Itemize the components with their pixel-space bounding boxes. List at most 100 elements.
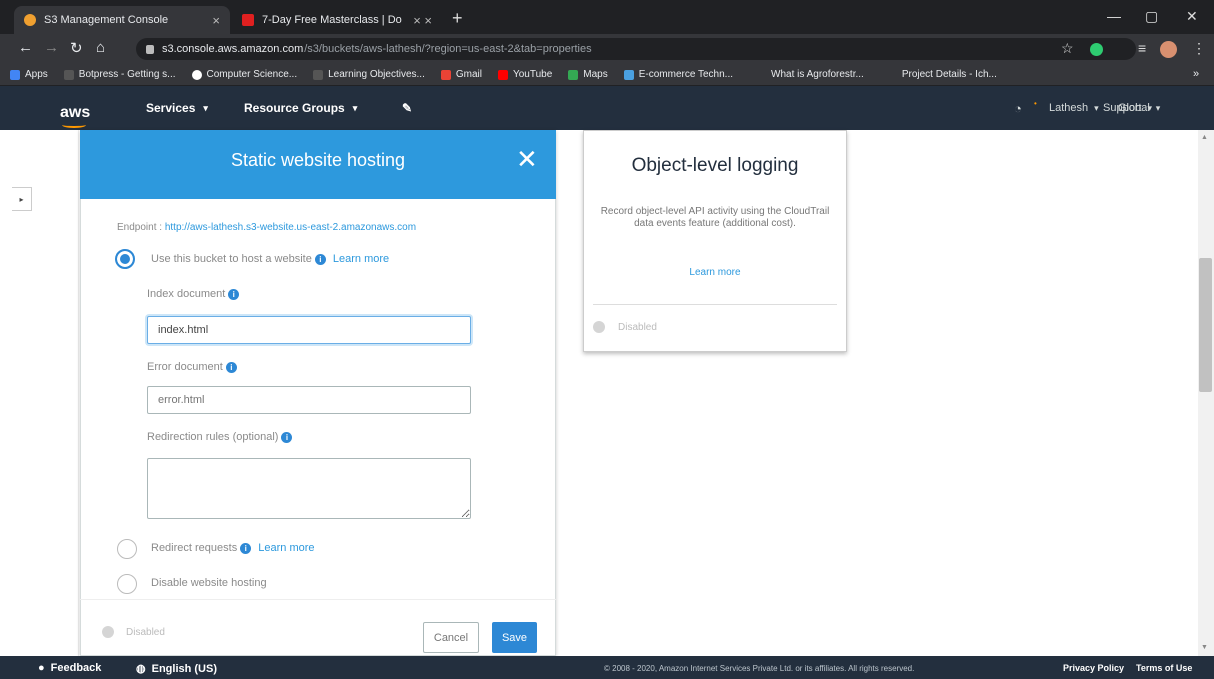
error-document-input[interactable] (147, 386, 471, 414)
info-icon[interactable]: i (240, 542, 252, 554)
chevron-down-icon: ▾ (1094, 102, 1099, 113)
card-status-label: Disabled (618, 322, 657, 333)
panel-status-label: Disabled (126, 627, 165, 638)
chevron-down-icon: ▾ (1155, 102, 1161, 113)
services-menu[interactable]: Services ▾ (146, 86, 208, 130)
chevron-down-icon: ▾ (352, 102, 358, 113)
gmail-icon (440, 69, 451, 80)
reload-icon[interactable]: ↻ (70, 39, 83, 57)
new-tab-icon[interactable]: + (452, 8, 463, 29)
info-icon[interactable]: i (228, 288, 240, 300)
status-dot (593, 321, 605, 333)
close-window-icon[interactable]: ✕ (1186, 8, 1198, 25)
scrollbar-thumb[interactable] (1199, 258, 1212, 392)
notification-dot-icon: • (1034, 99, 1037, 108)
menu-icon[interactable]: ⋮ (1192, 40, 1206, 57)
language-selector[interactable]: ◍ English (US) (136, 662, 217, 676)
bookmark-apps[interactable]: Apps (10, 69, 48, 80)
tab-label: S3 Management Console (44, 14, 169, 26)
card-divider (593, 304, 837, 305)
card-learn-more-link[interactable]: Learn more (583, 267, 847, 278)
save-button[interactable]: Save (492, 622, 537, 653)
bookmark-cs[interactable]: Computer Science... (191, 69, 297, 80)
minimize-icon[interactable]: — (1107, 8, 1121, 24)
scroll-down-icon[interactable]: ▼ (1201, 644, 1208, 651)
chevron-down-icon: ▾ (1147, 102, 1153, 113)
chat-bubble-icon: ● (38, 662, 45, 674)
bookmark-agroforestry[interactable]: What is Agroforestr... (771, 69, 864, 80)
bookmark-icon (63, 69, 74, 80)
panel-divider (80, 599, 556, 600)
bookmark-gmail[interactable]: Gmail (440, 69, 482, 80)
tab-s3-console[interactable]: S3 Management Console × (14, 6, 230, 34)
redirect-requests-option: Redirect requests i Learn more (151, 542, 315, 554)
resource-groups-menu[interactable]: Resource Groups ▾ (244, 86, 357, 130)
extension-icon[interactable] (1090, 43, 1103, 56)
redirect-requests-label: Redirect requests (151, 542, 238, 554)
more-bookmarks-icon[interactable]: » (1193, 68, 1199, 80)
cancel-button[interactable]: Cancel (423, 622, 479, 653)
bell-icon[interactable]: ◔ (1014, 86, 1022, 130)
panel-title: Static website hosting (230, 150, 406, 170)
learn-more-link[interactable]: Learn more (258, 542, 314, 554)
apps-icon (10, 69, 20, 80)
back-icon[interactable]: ← (18, 39, 33, 56)
bookmark-ecommerce[interactable]: E-commerce Techn... (623, 69, 733, 80)
status-dot (102, 626, 114, 638)
endpoint-label: Endpoint : (117, 222, 163, 233)
feedback-link[interactable]: ● Feedback (38, 662, 101, 674)
host-website-option: Use this bucket to host a website i Learn… (151, 253, 389, 265)
url-host: s3.console.aws.amazon.com (162, 43, 304, 55)
expand-panel-icon[interactable]: ▸ (12, 187, 32, 211)
learn-more-link[interactable]: Learn more (333, 253, 389, 265)
support-menu[interactable]: Support ▾ (1103, 86, 1152, 130)
redirection-rules-textarea[interactable] (147, 458, 471, 519)
pin-icon[interactable]: ✎ (402, 86, 412, 130)
bookmark-icon (313, 69, 324, 80)
privacy-policy-link[interactable]: Privacy Policy (1063, 663, 1124, 673)
tab-close-icon[interactable]: × (212, 13, 220, 28)
disable-hosting-label: Disable website hosting (151, 577, 267, 589)
tab-close-icon[interactable]: × × (413, 13, 432, 28)
reading-list-icon[interactable]: ≡ (1138, 40, 1146, 56)
maps-icon (568, 69, 579, 80)
bookmarks-bar: Apps Botpress - Getting s... Computer Sc… (0, 64, 1214, 86)
maximize-icon[interactable]: ▢ (1145, 8, 1158, 25)
home-icon[interactable]: ⌂ (96, 39, 105, 56)
tab-masterclass[interactable]: 7-Day Free Masterclass | Do × × (232, 6, 442, 34)
profile-avatar[interactable] (1160, 41, 1177, 58)
bookmark-botpress[interactable]: Botpress - Getting s... (63, 69, 176, 80)
bookmark-maps[interactable]: Maps (568, 69, 608, 80)
terms-of-use-link[interactable]: Terms of Use (1136, 663, 1192, 673)
host-website-radio[interactable] (115, 249, 135, 269)
globe-icon: ◍ (136, 663, 146, 675)
bookmark-learning[interactable]: Learning Objectives... (313, 69, 425, 80)
bookmark-icon (191, 69, 202, 80)
redirect-requests-radio[interactable] (117, 539, 137, 559)
info-icon[interactable]: i (314, 253, 326, 265)
redirection-rules-label: Redirection rules (optional) i (147, 431, 293, 443)
aws-smile-icon (62, 122, 86, 128)
endpoint-row: Endpoint : http://aws-lathesh.s3-website… (117, 222, 416, 233)
card-title: Object-level logging (631, 155, 799, 176)
info-icon[interactable]: i (225, 361, 237, 373)
disable-hosting-radio[interactable] (117, 574, 137, 594)
forward-icon[interactable]: → (44, 39, 59, 56)
account-menu[interactable]: Lathesh ▾ (1049, 86, 1099, 130)
bookmark-project[interactable]: Project Details - Ich... (902, 69, 997, 80)
card-description: Record object-level API activity using t… (600, 206, 830, 229)
youtube-icon (497, 69, 508, 80)
youtube-favicon-icon (242, 14, 254, 26)
close-icon[interactable]: ✕ (516, 146, 538, 172)
bookmark-youtube[interactable]: YouTube (497, 69, 552, 80)
scroll-up-icon[interactable]: ▲ (1201, 134, 1208, 141)
endpoint-link[interactable]: http://aws-lathesh.s3-website.us-east-2.… (165, 222, 416, 233)
info-icon[interactable]: i (281, 431, 293, 443)
address-bar[interactable]: s3.console.aws.amazon.com /s3/buckets/aw… (136, 38, 1136, 60)
bookmark-icon (623, 69, 634, 80)
aws-logo[interactable]: aws (60, 104, 90, 128)
star-icon[interactable]: ☆ (1061, 40, 1074, 57)
scrollbar[interactable] (1198, 130, 1214, 656)
index-document-input[interactable] (147, 316, 471, 344)
copyright-text: © 2008 - 2020, Amazon Internet Services … (604, 664, 915, 673)
